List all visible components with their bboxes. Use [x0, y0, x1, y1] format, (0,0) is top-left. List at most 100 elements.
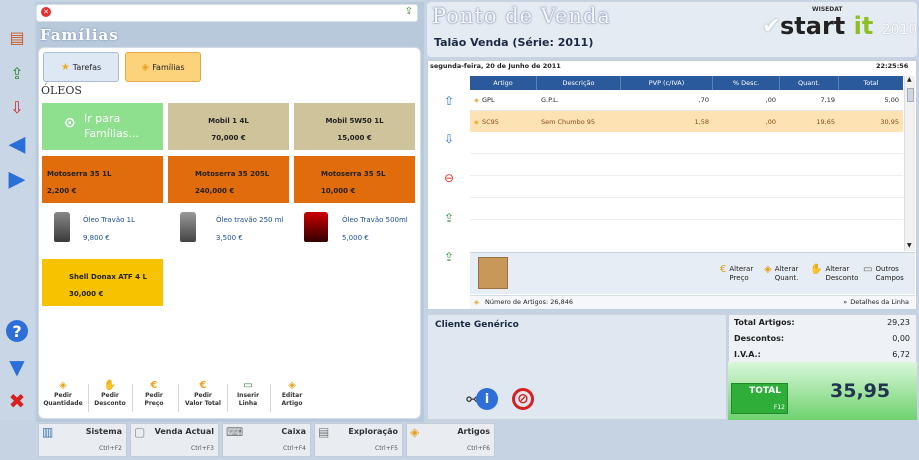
date-label: segunda-feira, 20 de Junho de 2011	[430, 62, 561, 70]
column-header[interactable]: Descrição	[537, 76, 621, 90]
pedir-desconto-button[interactable]: ✋ Pedir Desconto	[90, 380, 130, 416]
product-tile[interactable]: Shell Donax ATF 4 L 30,000 €	[42, 259, 163, 306]
fields-icon: ▭	[863, 264, 873, 275]
previous-icon[interactable]: ◀	[6, 132, 28, 157]
product-item[interactable]: Óleo travão 250 ml 3,500 €	[168, 208, 290, 255]
down-triangle-icon[interactable]: ▼	[6, 355, 28, 379]
pedir-preco-button[interactable]: € Pedir Preço	[134, 380, 174, 416]
details-toggle[interactable]: » Detalhes da Linha	[843, 298, 909, 306]
grid-header: Artigo Descrição PVP (c/IVA) % Desc. Qua…	[470, 76, 903, 90]
hand-icon: ✋	[810, 264, 823, 275]
divider	[178, 384, 179, 412]
next-icon[interactable]: ▶	[6, 167, 28, 192]
column-header[interactable]: Artigo	[470, 76, 537, 90]
total-button[interactable]: TOTAL F12	[731, 383, 788, 414]
box-icon: ◈	[474, 96, 479, 104]
left-toolbar: ▤ ⇪ ⇩ ◀ ▶ ? ▼ ✖	[0, 0, 34, 420]
logo: WISEDAT start it 2010	[780, 6, 918, 40]
product-tile[interactable]: Motoserra 35 1L 2,200 €	[42, 156, 163, 203]
menu-sistema[interactable]: ▥ Sistema Ctrl+F2	[38, 423, 127, 457]
close-icon[interactable]: ✖	[6, 389, 28, 413]
canister-icon	[304, 212, 328, 242]
product-item[interactable]: Óleo Travão 500ml 5,000 €	[294, 208, 416, 255]
editar-artigo-button[interactable]: ◈ Editar Artigo	[272, 380, 312, 416]
export-icon[interactable]: ⇪	[405, 6, 413, 17]
inserir-linha-button[interactable]: ▭ Inserir Linha	[229, 380, 267, 416]
chevron-up-icon[interactable]: ▲	[907, 76, 912, 83]
move-down-icon[interactable]: ⇩	[438, 128, 460, 150]
divider	[270, 384, 271, 412]
box-icon: ◈	[764, 264, 772, 275]
panel-topbar: ✕ ⇪	[36, 4, 418, 22]
menu-caixa[interactable]: ⌨ Caixa Ctrl+F4	[222, 423, 311, 457]
export-icon[interactable]: ⇪	[438, 207, 460, 229]
divider	[470, 197, 903, 198]
pedir-quantidade-button[interactable]: ◈ Pedir Quantidade	[42, 380, 84, 416]
go-families-tile[interactable]: ⊙ Ir para Famílias...	[42, 103, 163, 150]
product-tile[interactable]: Motoserra 35 5L 10,000 €	[294, 156, 415, 203]
server-icon: ▥	[42, 425, 54, 439]
app-title: Ponto de Venda	[432, 4, 611, 28]
column-header[interactable]: PVP (c/IVA)	[621, 76, 713, 90]
document-subtitle: Talão Venda (Série: 2011)	[434, 36, 594, 49]
divider	[88, 384, 89, 412]
close-circle-icon[interactable]: ✕	[41, 7, 51, 17]
article-count: Número de Artigos: 26,846	[485, 298, 574, 306]
euro-icon: €	[199, 380, 207, 391]
chevron-down-icon[interactable]: ▼	[907, 242, 912, 249]
no-entry-icon[interactable]: ⊘	[512, 388, 534, 410]
product-box-icon	[478, 257, 508, 289]
box-icon: ◈	[410, 425, 420, 439]
menu-venda-actual[interactable]: ▢ Venda Actual Ctrl+F3	[130, 423, 219, 457]
divider	[470, 175, 903, 176]
client-name[interactable]: Cliente Genérico	[435, 320, 519, 330]
move-up-icon[interactable]: ⇧	[438, 90, 460, 112]
export-down-icon[interactable]: ⇩	[6, 96, 28, 118]
hand-icon: ✋	[103, 380, 117, 391]
column-header[interactable]: % Desc.	[713, 76, 780, 90]
insert-line-icon: ▭	[243, 380, 253, 391]
export-up-icon[interactable]: ⇪	[6, 62, 28, 84]
chevron-double-down-icon: »	[843, 298, 848, 306]
product-tile[interactable]: Mobil 5W50 1L 15,000 €	[294, 103, 415, 150]
menu-exploracao[interactable]: ▤ Exploração Ctrl+F5	[314, 423, 403, 457]
total-row: Descontos: 0,00	[734, 334, 910, 343]
document-icon: ▢	[134, 425, 146, 439]
checkmark-logo-icon: ✔	[762, 14, 781, 39]
column-header[interactable]: Total	[839, 76, 903, 90]
table-row[interactable]: ◈ GPL G.P.L. ,70 ,00 7,19 5,00	[470, 90, 903, 111]
menu-artigos[interactable]: ◈ Artigos Ctrl+F6	[406, 423, 495, 457]
grid-scrollbar[interactable]: ▲ ▼	[904, 76, 915, 251]
return-icon: ⊙	[64, 115, 76, 131]
remove-line-icon[interactable]: ⊖	[438, 167, 460, 189]
tab-familias[interactable]: ◈ Famílias	[125, 52, 201, 82]
info-icon[interactable]: i	[476, 388, 498, 410]
import-icon[interactable]: ⇪	[438, 246, 460, 268]
scrollbar-thumb[interactable]	[907, 88, 914, 102]
euro-icon: €	[150, 380, 158, 391]
alterar-desconto-button[interactable]: ✋ Alterar Desconto	[810, 265, 858, 283]
tab-tarefas[interactable]: ★ Tarefas	[43, 52, 119, 82]
alterar-quant-button[interactable]: ◈ Alterar Quant.	[764, 265, 799, 283]
box-icon: ◈	[474, 117, 479, 126]
outros-campos-button[interactable]: ▭ Outros Campos	[863, 265, 904, 283]
pedir-valor-total-button[interactable]: € Pedir Valor Total	[180, 380, 226, 416]
column-header[interactable]: Quant.	[780, 76, 839, 90]
help-icon[interactable]: ?	[6, 320, 28, 342]
grid-infobar: ◈ Número de Artigos: 26,846 » Detalhes d…	[470, 295, 915, 309]
bottle-icon	[54, 212, 70, 242]
calendar-icon[interactable]: ▤	[6, 26, 28, 48]
product-item[interactable]: Óleo Travão 1L 9,800 €	[42, 208, 164, 255]
bottle-icon	[180, 212, 196, 242]
product-tile[interactable]: Mobil 1 4L 70,000 €	[168, 103, 289, 150]
category-heading: ÓLEOS	[41, 84, 82, 97]
time-label: 22:25:56	[876, 62, 909, 70]
product-tile[interactable]: Motoserra 35 205L 240,000 €	[168, 156, 289, 203]
panel-title: Famílias	[40, 26, 119, 44]
box-icon: ◈	[141, 61, 150, 73]
divider	[470, 219, 903, 220]
alterar-preco-button[interactable]: € Alterar Preço	[720, 265, 753, 283]
divider	[132, 384, 133, 412]
table-row-selected[interactable]: ◈ SC95 Sem Chumbo 95 1,58 ,00 19,65 30,95	[470, 111, 903, 132]
grid-side-buttons: ⇧ ⇩ ⊖ ⇪ ⇪	[430, 90, 466, 290]
